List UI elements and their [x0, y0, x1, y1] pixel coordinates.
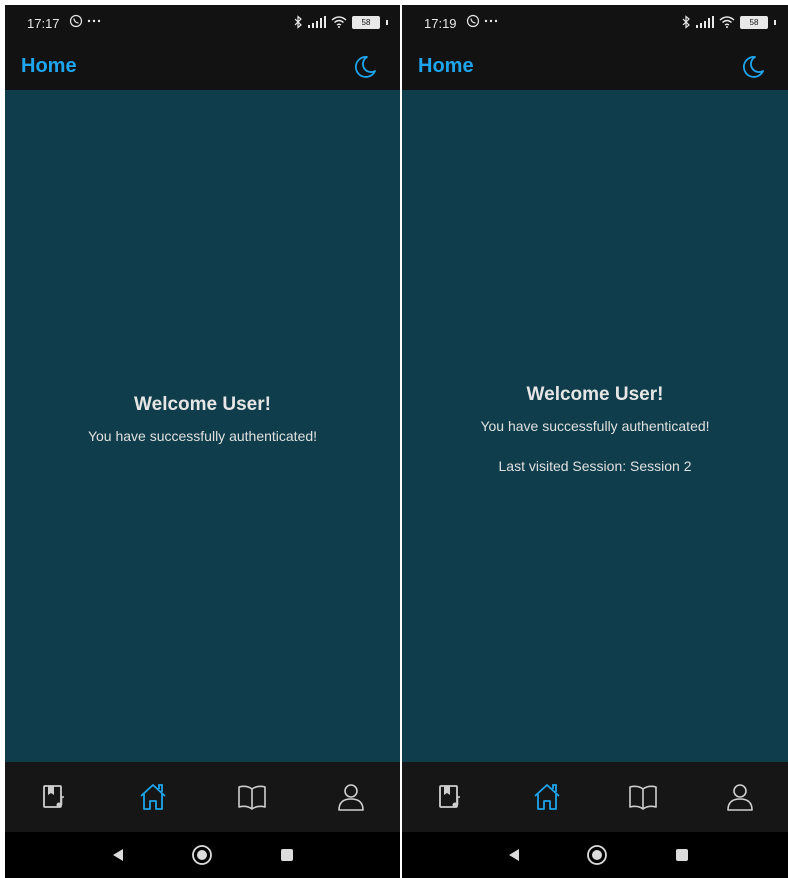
system-recents-button[interactable]	[276, 844, 298, 866]
nav-item-home[interactable]	[517, 767, 577, 827]
bottom-nav	[402, 762, 788, 832]
signal-icon	[696, 16, 714, 28]
status-time: 17:17	[27, 16, 60, 31]
recents-square-icon	[676, 849, 688, 861]
app-header: Home	[5, 43, 400, 90]
system-back-button[interactable]	[503, 844, 525, 866]
theme-toggle-button[interactable]	[350, 52, 380, 82]
viber-icon	[69, 14, 83, 28]
home-icon	[140, 784, 166, 810]
more-dots-icon	[484, 19, 498, 23]
nav-item-book[interactable]	[222, 767, 282, 827]
moon-icon	[743, 56, 764, 78]
system-recents-button[interactable]	[671, 844, 693, 866]
battery-icon: 58	[740, 15, 768, 29]
phone-screen-right: 17:19 58 Home Welcome User! You have suc…	[402, 5, 788, 878]
welcome-subtitle: You have successfully authenticated!	[480, 418, 710, 434]
user-icon	[337, 784, 364, 811]
nav-item-home[interactable]	[123, 767, 183, 827]
welcome-title: Welcome User!	[526, 384, 664, 405]
main-content: Welcome User! You have successfully auth…	[5, 90, 400, 762]
page-title: Home	[418, 55, 474, 77]
status-bar: 17:17 58	[5, 5, 400, 43]
theme-toggle-button[interactable]	[738, 52, 768, 82]
more-dots-icon	[87, 19, 101, 23]
page-title: Home	[21, 55, 77, 77]
system-home-button[interactable]	[191, 844, 213, 866]
status-bar: 17:19 58	[402, 5, 788, 43]
bottom-nav	[5, 762, 400, 832]
nav-item-profile[interactable]	[710, 767, 770, 827]
system-nav-bar	[402, 832, 788, 878]
user-icon	[726, 784, 753, 811]
music-book-icon	[439, 785, 461, 808]
system-home-button[interactable]	[586, 844, 608, 866]
viber-icon	[466, 14, 480, 28]
recents-square-icon	[281, 849, 293, 861]
home-circle-icon	[192, 845, 212, 865]
welcome-block: Welcome User! You have successfully auth…	[402, 384, 788, 474]
nav-item-music-library[interactable]	[24, 767, 84, 827]
battery-icon: 58	[352, 15, 380, 29]
nav-item-book[interactable]	[613, 767, 673, 827]
book-icon	[629, 785, 658, 810]
nav-item-music-library[interactable]	[420, 767, 480, 827]
back-triangle-icon	[509, 849, 519, 861]
system-back-button[interactable]	[107, 844, 129, 866]
bluetooth-icon	[682, 15, 690, 29]
moon-icon	[355, 56, 376, 78]
bluetooth-icon	[294, 15, 302, 29]
back-triangle-icon	[113, 849, 123, 861]
home-icon	[534, 784, 560, 810]
wifi-icon	[719, 16, 735, 28]
welcome-subtitle: You have successfully authenticated!	[87, 428, 318, 444]
wifi-icon	[331, 16, 347, 28]
book-icon	[238, 785, 266, 810]
welcome-block: Welcome User! You have successfully auth…	[5, 394, 400, 444]
nav-item-profile[interactable]	[321, 767, 381, 827]
app-header: Home	[402, 43, 788, 90]
phone-screen-left: 17:17 58 Home Welcome User! You have suc…	[5, 5, 400, 878]
system-nav-bar	[5, 832, 400, 878]
welcome-title: Welcome User!	[134, 394, 271, 415]
home-circle-icon	[587, 845, 607, 865]
signal-icon	[308, 16, 326, 28]
last-visited-session: Last visited Session: Session 2	[498, 458, 692, 474]
status-time: 17:19	[424, 16, 457, 31]
main-content: Welcome User! You have successfully auth…	[402, 90, 788, 762]
music-book-icon	[43, 785, 65, 808]
comparison-canvas: 17:17 58 Home Welcome User! You have suc…	[0, 0, 788, 878]
